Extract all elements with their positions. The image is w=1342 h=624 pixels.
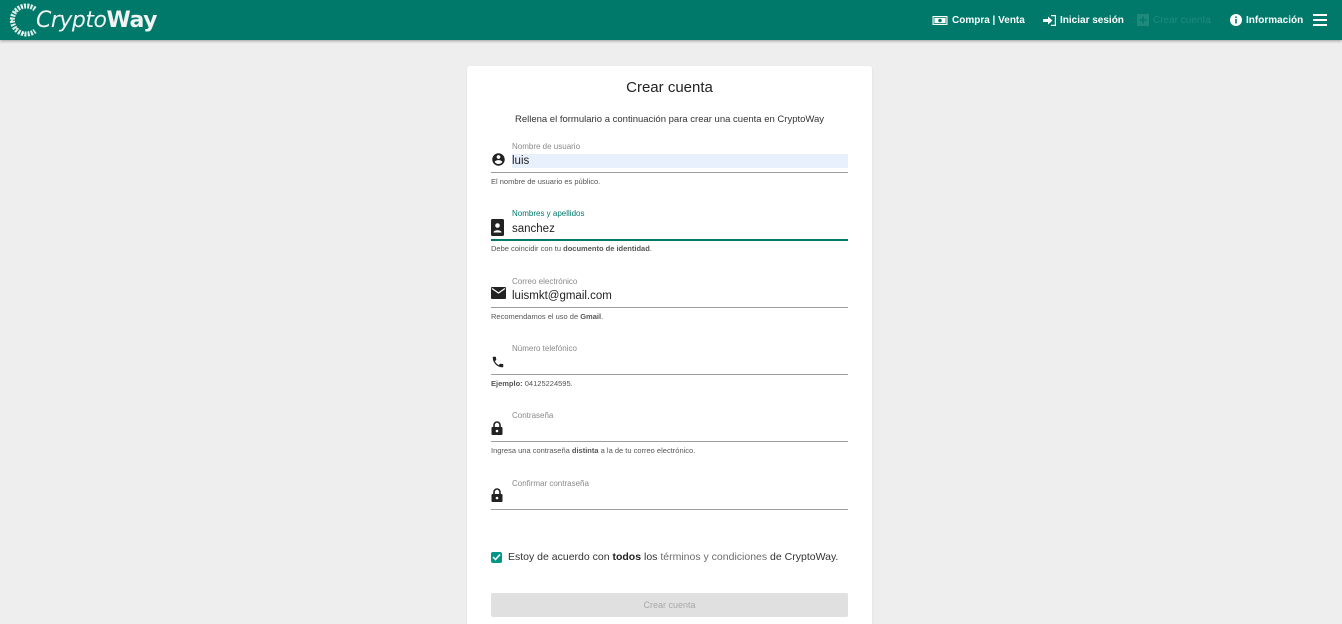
logo-wordmark: CryptoWay (36, 7, 157, 33)
phone-underline (491, 374, 848, 375)
fullname-underline (491, 239, 848, 241)
confirm-password-field: Confirmar contraseña (491, 477, 848, 513)
phone-icon (492, 356, 504, 368)
fullname-label: Nombres y apellidos (512, 209, 585, 218)
check-icon (492, 553, 501, 561)
card-subtitle: Rellena el formulario a continuación par… (514, 114, 825, 125)
account-circle-icon (492, 153, 505, 166)
fullname-hint: Debe coincidir con tu documento de ident… (491, 244, 652, 253)
password-underline (491, 441, 848, 442)
create-account-button[interactable]: Crear cuenta (491, 593, 848, 617)
terms-text-1: Estoy de acuerdo con (508, 551, 613, 563)
password-field: Contraseña Ingresa una contraseña distin… (491, 409, 848, 457)
nav-buy-sell[interactable]: Compra | Venta (932, 12, 1025, 28)
confirm-password-input[interactable] (512, 491, 848, 505)
password-hint: Ingresa una contraseña distinta a la de … (491, 446, 696, 455)
top-app-bar: CryptoWay Compra | Venta Iniciar sesión … (0, 0, 1342, 40)
username-input[interactable] (512, 154, 848, 168)
cryptoway-logo[interactable]: CryptoWay (8, 1, 157, 39)
terms-text-2: los (641, 551, 661, 563)
confirm-password-label: Confirmar contraseña (512, 479, 589, 488)
nav-register[interactable]: Crear cuenta (1137, 12, 1211, 28)
nav-buy-sell-label: Compra | Venta (952, 14, 1025, 26)
username-hint: El nombre de usuario es público. (491, 177, 601, 186)
phone-hint: Ejemplo: 04125224595. (491, 379, 573, 388)
email-input[interactable] (512, 289, 848, 303)
id-badge-icon (491, 219, 504, 236)
cash-icon (932, 15, 948, 25)
terms-agreement: Estoy de acuerdo con todos los términos … (491, 551, 838, 563)
register-card: Crear cuenta Rellena el formulario a con… (467, 66, 872, 624)
email-hint: Recomendamos el uso de Gmail. (491, 312, 604, 321)
email-label: Correo electrónico (512, 277, 578, 286)
email-underline (491, 307, 848, 308)
username-label: Nombre de usuario (512, 142, 581, 151)
nav-login-label: Iniciar sesión (1060, 14, 1124, 26)
confirm-password-underline (491, 509, 848, 510)
phone-field: Número telefónico Ejemplo: 04125224595. (491, 342, 848, 390)
terms-link[interactable]: términos y condiciones (660, 551, 767, 563)
terms-checkbox[interactable] (491, 551, 502, 563)
fullname-field: Nombres y apellidos Debe coincidir con t… (491, 207, 848, 255)
password-label: Contraseña (512, 411, 554, 420)
nav-register-label: Crear cuenta (1153, 14, 1211, 26)
hamburger-menu-icon[interactable] (1313, 14, 1327, 26)
mail-icon (491, 287, 506, 299)
email-field: Correo electrónico Recomendamos el uso d… (491, 275, 848, 323)
password-input[interactable] (512, 423, 848, 437)
nav-info[interactable]: Información (1230, 12, 1303, 28)
info-icon (1230, 14, 1242, 26)
nav-login[interactable]: Iniciar sesión (1043, 12, 1124, 28)
add-box-icon (1137, 14, 1149, 26)
terms-text-3: de CryptoWay. (767, 551, 839, 563)
fullname-input[interactable] (512, 222, 848, 236)
username-field: Nombre de usuario El nombre de usuario e… (491, 140, 848, 188)
lock-icon (491, 488, 503, 502)
terms-text-all: todos (612, 551, 642, 563)
phone-input[interactable] (512, 356, 848, 370)
card-title: Crear cuenta (626, 79, 713, 96)
login-icon (1043, 14, 1056, 26)
lock-icon (491, 421, 503, 435)
phone-label: Número telefónico (512, 344, 577, 353)
nav-info-label: Información (1246, 14, 1304, 26)
username-underline (491, 172, 848, 173)
